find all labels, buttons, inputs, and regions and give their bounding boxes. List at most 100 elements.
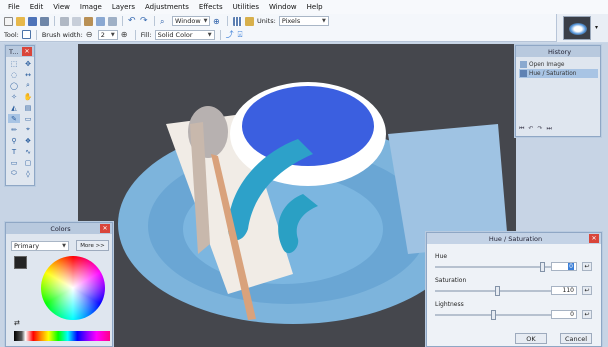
chevron-down-icon: ▼: [321, 18, 326, 24]
hue-slider-thumb[interactable]: [540, 262, 545, 272]
lightness-slider-thumb[interactable]: [491, 310, 496, 320]
paint-bucket-icon[interactable]: ◭: [8, 103, 20, 112]
zoom-select-value: Window: [175, 17, 201, 25]
redo-icon[interactable]: ↷: [140, 16, 149, 26]
color-picker-icon[interactable]: ⌖: [22, 125, 34, 134]
saturation-slider-thumb[interactable]: [495, 286, 500, 296]
lasso-select-icon[interactable]: ◌: [8, 70, 20, 79]
zoom-icon[interactable]: ⌕: [160, 17, 169, 26]
ellipse-shape-icon[interactable]: ⬭: [8, 169, 20, 178]
new-file-icon[interactable]: [4, 16, 13, 26]
hue-reset-button[interactable]: ↩: [582, 262, 592, 271]
redo-icon[interactable]: ↷: [537, 125, 542, 133]
ruler-icon[interactable]: [245, 16, 254, 26]
menu-adjustments[interactable]: Adjustments: [140, 3, 194, 11]
gradient-icon[interactable]: ▤: [22, 103, 34, 112]
close-icon[interactable]: ✕: [100, 224, 110, 233]
pencil-icon[interactable]: ✏: [8, 125, 20, 134]
hue-dialog-title: Hue / Saturation: [427, 233, 601, 244]
paste-icon[interactable]: [84, 16, 93, 26]
menu-effects[interactable]: Effects: [194, 3, 228, 11]
lightness-reset-button[interactable]: ↩: [582, 310, 592, 319]
freeform-shape-icon[interactable]: ◊: [22, 169, 34, 178]
hue-value: 0: [568, 263, 574, 270]
first-step-icon[interactable]: ⏮: [519, 125, 524, 133]
toolbar-separator: [35, 29, 37, 40]
eraser-icon[interactable]: ▭: [22, 114, 34, 123]
copy-icon[interactable]: [72, 16, 81, 26]
swap-colors-icon[interactable]: ⇄: [14, 319, 20, 327]
rounded-rectangle-icon[interactable]: ▢: [22, 158, 34, 167]
save-icon[interactable]: [28, 16, 37, 26]
chevron-down-icon: ▼: [110, 31, 115, 38]
menu-window[interactable]: Window: [264, 3, 302, 11]
menu-image[interactable]: Image: [75, 3, 107, 11]
magic-wand-icon[interactable]: ✧: [8, 92, 20, 101]
zoom-select[interactable]: Window ▼: [172, 16, 210, 26]
plus-icon[interactable]: ⊕: [121, 30, 130, 39]
move-selected-icon[interactable]: ↔: [22, 70, 34, 79]
saturation-slider[interactable]: [435, 286, 567, 296]
text-tool-icon[interactable]: T: [8, 147, 20, 156]
menu-utilities[interactable]: Utilities: [228, 3, 264, 11]
deselect-icon[interactable]: [108, 16, 117, 26]
image-thumbnail[interactable]: [563, 16, 591, 40]
rectangle-shape-icon[interactable]: ▭: [8, 158, 20, 167]
thumbnail-bowl: [569, 23, 587, 35]
saturation-reset-button[interactable]: ↩: [582, 286, 592, 295]
cancel-button[interactable]: Cancel: [560, 333, 592, 344]
blend-mode-icon[interactable]: ⍓: [238, 30, 247, 39]
image-thumbnail-strip: ▾: [556, 14, 608, 42]
more-button[interactable]: More >>: [76, 240, 109, 251]
zoom-in-icon[interactable]: ⊕: [213, 17, 222, 26]
last-step-icon[interactable]: ⏭: [546, 125, 551, 133]
tool-options-toolbar: Tool: Brush width: ⊖ 2 ▼ ⊕ Fill: Solid Co…: [0, 28, 556, 42]
minus-icon[interactable]: ⊖: [86, 30, 95, 39]
rectangle-select-icon[interactable]: ⬚: [8, 59, 20, 68]
cut-icon[interactable]: [60, 16, 69, 26]
color-wheel[interactable]: [41, 256, 105, 320]
pan-tool-icon[interactable]: ✋: [22, 92, 34, 101]
tools-title-text: T...: [9, 47, 19, 56]
antialiasing-icon[interactable]: ⤴: [226, 30, 235, 39]
paintbrush-icon[interactable]: ✎: [8, 114, 20, 123]
ok-button[interactable]: OK: [515, 333, 547, 344]
menu-help[interactable]: Help: [302, 3, 328, 11]
print-icon[interactable]: [40, 16, 49, 26]
units-select[interactable]: Pixels ▼: [278, 16, 329, 26]
saturation-value-field[interactable]: 110: [551, 286, 577, 295]
color-mode-select[interactable]: Primary ▼: [11, 241, 69, 251]
hue-slider[interactable]: [435, 262, 567, 272]
recolor-icon[interactable]: ❖: [22, 136, 34, 145]
clone-stamp-icon[interactable]: ⚲: [8, 136, 20, 145]
fill-select[interactable]: Solid Color ▼: [154, 29, 215, 40]
hue-dialog-title-text: Hue / Saturation: [488, 234, 543, 243]
open-folder-icon[interactable]: [16, 16, 25, 26]
lightness-value-field[interactable]: 0: [551, 310, 577, 319]
chevron-down-icon[interactable]: ▾: [595, 24, 598, 31]
history-item[interactable]: Open Image: [519, 60, 598, 69]
lightness-slider[interactable]: [435, 310, 567, 320]
chevron-down-icon: ▼: [207, 31, 212, 38]
menu-layers[interactable]: Layers: [107, 3, 140, 11]
close-icon[interactable]: ✕: [22, 47, 32, 56]
move-selection-icon[interactable]: ✥: [22, 59, 34, 68]
current-tool-icon[interactable]: [21, 30, 31, 39]
crop-to-selection-icon[interactable]: [96, 16, 105, 26]
close-icon[interactable]: ✕: [589, 234, 599, 243]
grid-icon[interactable]: [233, 16, 242, 26]
color-palette[interactable]: [14, 331, 110, 341]
zoom-tool-icon[interactable]: ⌕: [22, 81, 34, 90]
undo-icon[interactable]: ↶: [128, 16, 137, 26]
line-curve-icon[interactable]: ∿: [22, 147, 34, 156]
menu-edit[interactable]: Edit: [25, 3, 49, 11]
lightness-label: Lightness: [435, 301, 464, 308]
history-item[interactable]: Hue / Saturation: [519, 69, 598, 78]
undo-icon[interactable]: ↶: [528, 125, 533, 133]
ellipse-select-icon[interactable]: ◯: [8, 81, 20, 90]
primary-color-swatch[interactable]: [14, 256, 27, 269]
menu-view[interactable]: View: [48, 3, 75, 11]
brush-width-select[interactable]: 2 ▼: [97, 29, 118, 40]
menu-file[interactable]: File: [3, 3, 25, 11]
hue-value-field[interactable]: 0: [551, 262, 577, 271]
